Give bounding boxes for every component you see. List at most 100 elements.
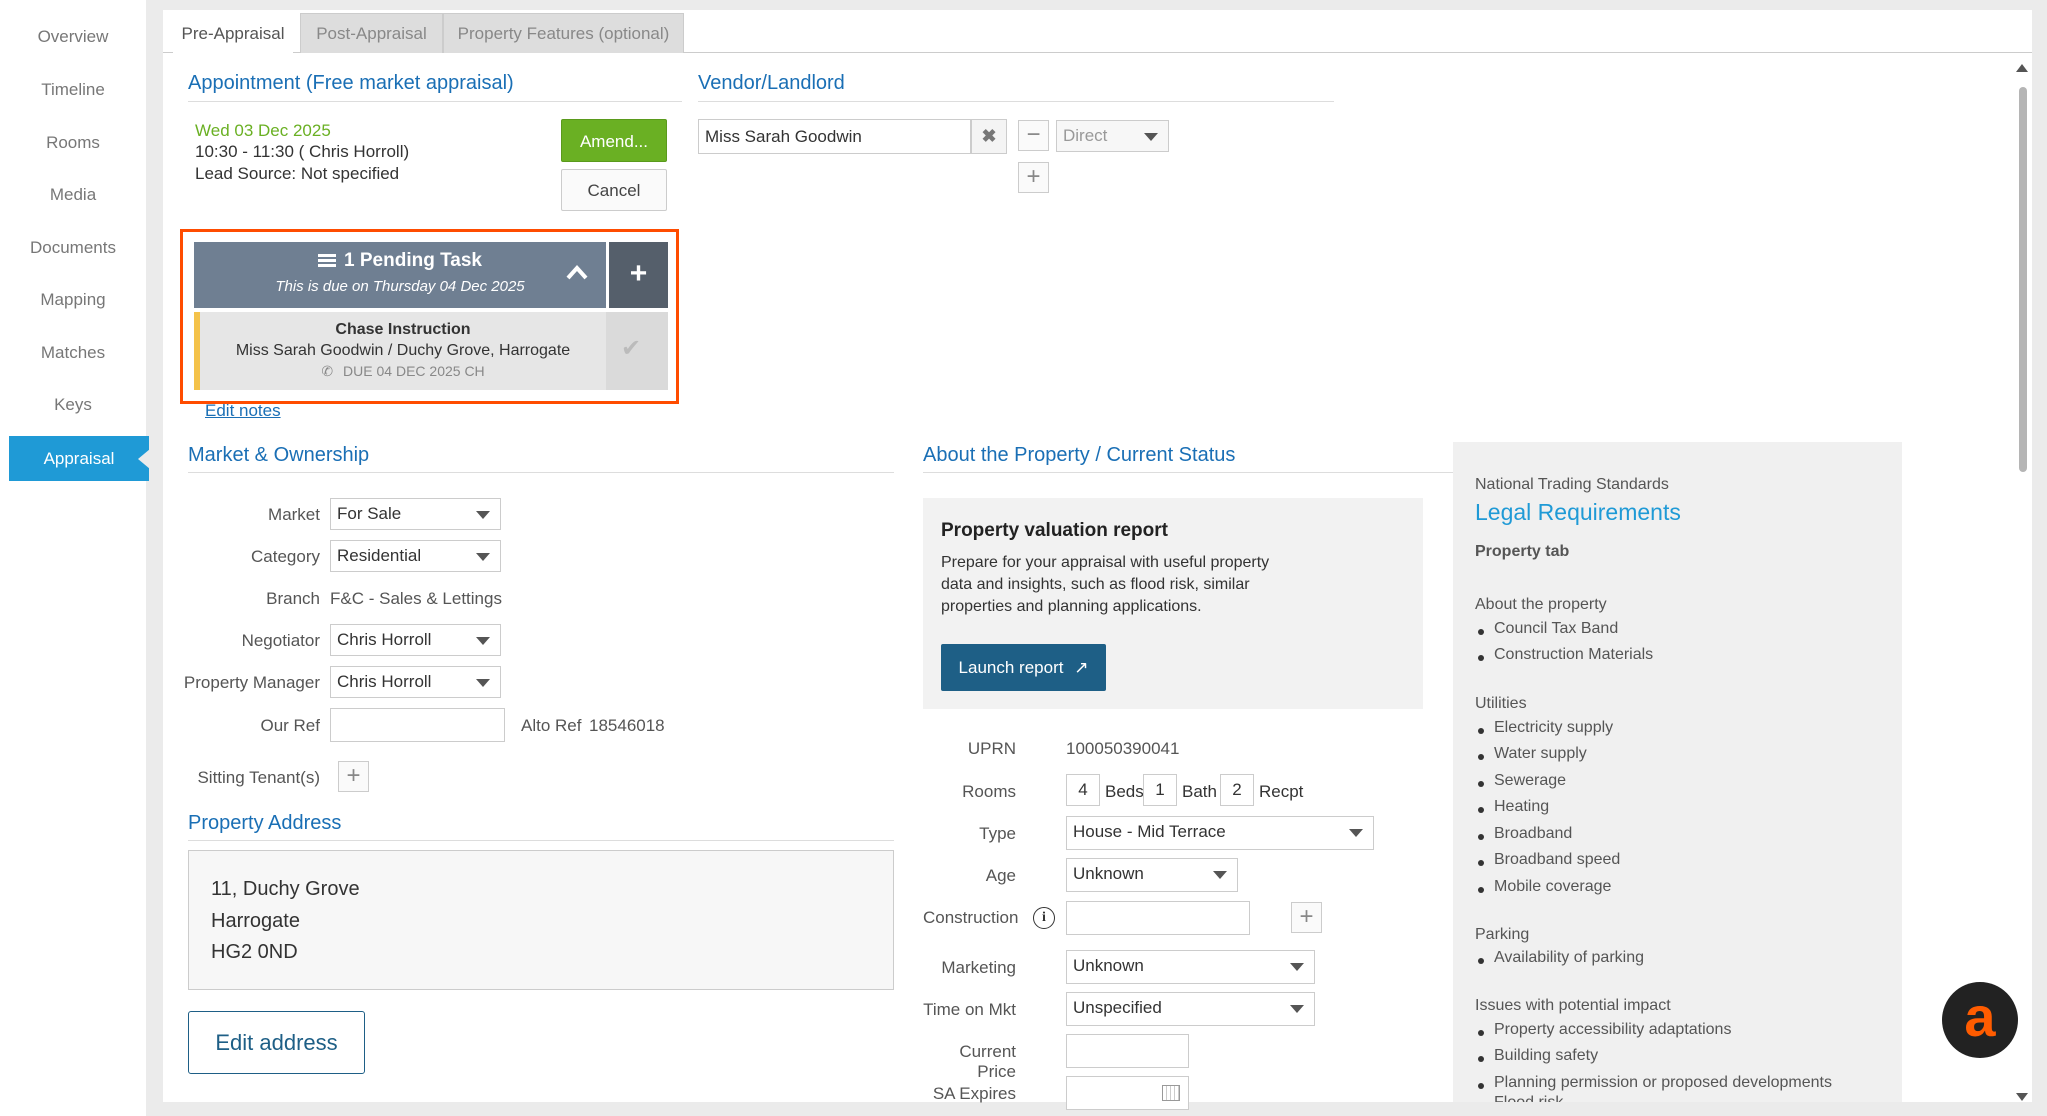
chevron-down-icon — [476, 553, 490, 561]
legal-item: Mobile coverage — [1494, 878, 1612, 895]
chevron-down-icon — [1213, 871, 1227, 879]
sidebar-item-mapping[interactable]: Mapping — [0, 290, 146, 310]
legal-title: Legal Requirements — [1475, 499, 1681, 525]
uprn-label: UPRN — [967, 739, 1016, 758]
amend-button[interactable]: Amend... — [561, 119, 667, 162]
info-icon[interactable]: i — [1033, 907, 1055, 929]
legal-item: Heating — [1494, 798, 1550, 815]
legal-item: Electricity supply — [1494, 719, 1614, 736]
uprn-value: 100050390041 — [1066, 739, 1180, 758]
address-rule — [188, 840, 894, 841]
edit-address-button[interactable]: Edit address — [188, 1011, 365, 1074]
valuation-report-panel: Property valuation report Prepare for yo… — [923, 498, 1423, 709]
current-price-label: Current Price — [959, 1042, 1016, 1081]
tab-post-appraisal[interactable]: Post-Appraisal — [300, 13, 443, 53]
pending-task-header[interactable]: 1 Pending Task This is due on Thursday 0… — [194, 242, 606, 308]
task-item[interactable]: Chase Instruction Miss Sarah Goodwin / D… — [194, 312, 668, 390]
scroll-down-icon[interactable] — [2016, 1093, 2028, 1101]
pending-task-title: 1 Pending Task — [344, 250, 482, 271]
recepts-field[interactable]: 2 — [1220, 774, 1254, 806]
legal-item: Property accessibility adaptations — [1494, 1021, 1732, 1038]
legal-panel: National Trading Standards Legal Require… — [1453, 442, 1902, 1102]
legal-item: Planning permission or proposed developm… — [1494, 1074, 1832, 1091]
valuation-report-text: Prepare for your appraisal with useful p… — [941, 554, 1270, 615]
type-select[interactable]: House - Mid Terrace — [1066, 816, 1374, 850]
current-price-field[interactable] — [1066, 1034, 1189, 1068]
sidebar-item-appraisal[interactable]: Appraisal — [9, 436, 150, 481]
vertical-scrollbar[interactable] — [2012, 60, 2032, 1116]
chevron-down-icon — [1290, 1005, 1304, 1013]
address-line-3: HG2 0ND — [211, 941, 298, 963]
valuation-report-title: Property valuation report — [941, 520, 1168, 541]
pending-task-due: This is due on Thursday 04 Dec 2025 — [275, 278, 525, 295]
market-select[interactable]: For Sale — [330, 498, 501, 530]
legal-item: Availability of parking — [1494, 949, 1645, 966]
alto-ref-value: 18546018 — [589, 716, 665, 735]
tab-pre-appraisal[interactable]: Pre-Appraisal — [173, 13, 293, 53]
rooms-label: Rooms — [962, 782, 1016, 801]
marketing-select[interactable]: Unknown — [1066, 950, 1315, 984]
legal-item: Sewerage — [1494, 772, 1567, 789]
task-title: Chase Instruction — [335, 321, 471, 338]
age-select[interactable]: Unknown — [1066, 858, 1238, 892]
external-link-icon: ↗ — [1074, 658, 1089, 677]
category-select[interactable]: Residential — [330, 540, 501, 572]
sa-expires-label: SA Expires — [932, 1084, 1016, 1103]
list-icon — [318, 253, 337, 268]
construction-field[interactable] — [1066, 901, 1250, 935]
property-manager-select[interactable]: Chris Horroll — [330, 666, 501, 698]
alto-logo-icon: a — [1964, 985, 1996, 1048]
sidebar-item-keys[interactable]: Keys — [0, 395, 146, 415]
our-ref-field[interactable] — [330, 708, 505, 742]
baths-field[interactable]: 1 — [1143, 774, 1177, 806]
scrollbar-thumb[interactable] — [2019, 87, 2027, 472]
address-line-2: Harrogate — [211, 910, 300, 932]
launch-report-button[interactable]: Launch report ↗ — [941, 644, 1106, 691]
appointment-time: 10:30 - 11:30 ( Chris Horroll) — [195, 142, 410, 161]
chat-button[interactable]: a — [1942, 982, 2018, 1058]
appointment-lead-source: Lead Source: Not specified — [195, 164, 400, 183]
chevron-up-icon[interactable] — [566, 264, 588, 285]
sitting-tenants-label: Sitting Tenant(s) — [197, 768, 320, 787]
beds-label: Beds — [1105, 782, 1144, 801]
sidebar-item-documents[interactable]: Documents — [0, 238, 146, 258]
relationship-select[interactable]: Direct — [1056, 120, 1169, 152]
main-panel: Pre-Appraisal Post-Appraisal Property Fe… — [163, 10, 2032, 1110]
add-construction-button[interactable]: + — [1291, 902, 1322, 933]
time-on-market-select[interactable]: Unspecified — [1066, 992, 1315, 1026]
cancel-button[interactable]: Cancel — [561, 169, 667, 211]
sidebar-item-matches[interactable]: Matches — [0, 343, 146, 363]
vendor-rule — [698, 101, 1334, 102]
chevron-down-icon — [476, 679, 490, 687]
add-task-button[interactable]: + — [609, 242, 668, 308]
tab-property-features[interactable]: Property Features (optional) — [443, 13, 684, 53]
remove-vendor-button[interactable]: − — [1018, 120, 1049, 151]
edit-notes-link[interactable]: Edit notes — [205, 401, 281, 421]
calendar-icon[interactable] — [1162, 1085, 1180, 1101]
type-label: Type — [979, 824, 1016, 843]
add-vendor-button[interactable]: + — [1018, 162, 1049, 193]
vendor-name-field[interactable]: Miss Sarah Goodwin — [698, 119, 971, 154]
market-rule — [188, 472, 894, 473]
sidebar: Overview Timeline Rooms Media Documents … — [0, 0, 150, 1116]
address-line-1: 11, Duchy Grove — [211, 878, 360, 900]
legal-tab-title: Property tab — [1475, 543, 1570, 560]
sidebar-item-timeline[interactable]: Timeline — [0, 80, 146, 100]
legal-item: Building safety — [1494, 1047, 1599, 1064]
negotiator-label: Negotiator — [241, 631, 320, 650]
our-ref-label: Our Ref — [260, 716, 320, 735]
task-due-date: DUE 04 DEC 2025 CH — [343, 363, 485, 379]
check-icon[interactable]: ✔ — [621, 334, 641, 363]
legal-item: Council Tax Band — [1494, 620, 1619, 637]
legal-group-heading: About the property — [1475, 596, 1607, 613]
clear-vendor-button[interactable]: ✖ — [971, 119, 1007, 154]
sidebar-item-rooms[interactable]: Rooms — [0, 133, 146, 153]
sidebar-item-media[interactable]: Media — [0, 185, 146, 205]
beds-field[interactable]: 4 — [1066, 774, 1100, 806]
sidebar-item-overview[interactable]: Overview — [0, 27, 146, 47]
add-sitting-tenant-button[interactable]: + — [338, 761, 369, 792]
negotiator-select[interactable]: Chris Horroll — [330, 624, 501, 656]
sa-expires-field[interactable] — [1066, 1076, 1189, 1110]
scroll-up-icon[interactable] — [2016, 64, 2028, 72]
phone-icon: ✆ — [321, 363, 334, 379]
